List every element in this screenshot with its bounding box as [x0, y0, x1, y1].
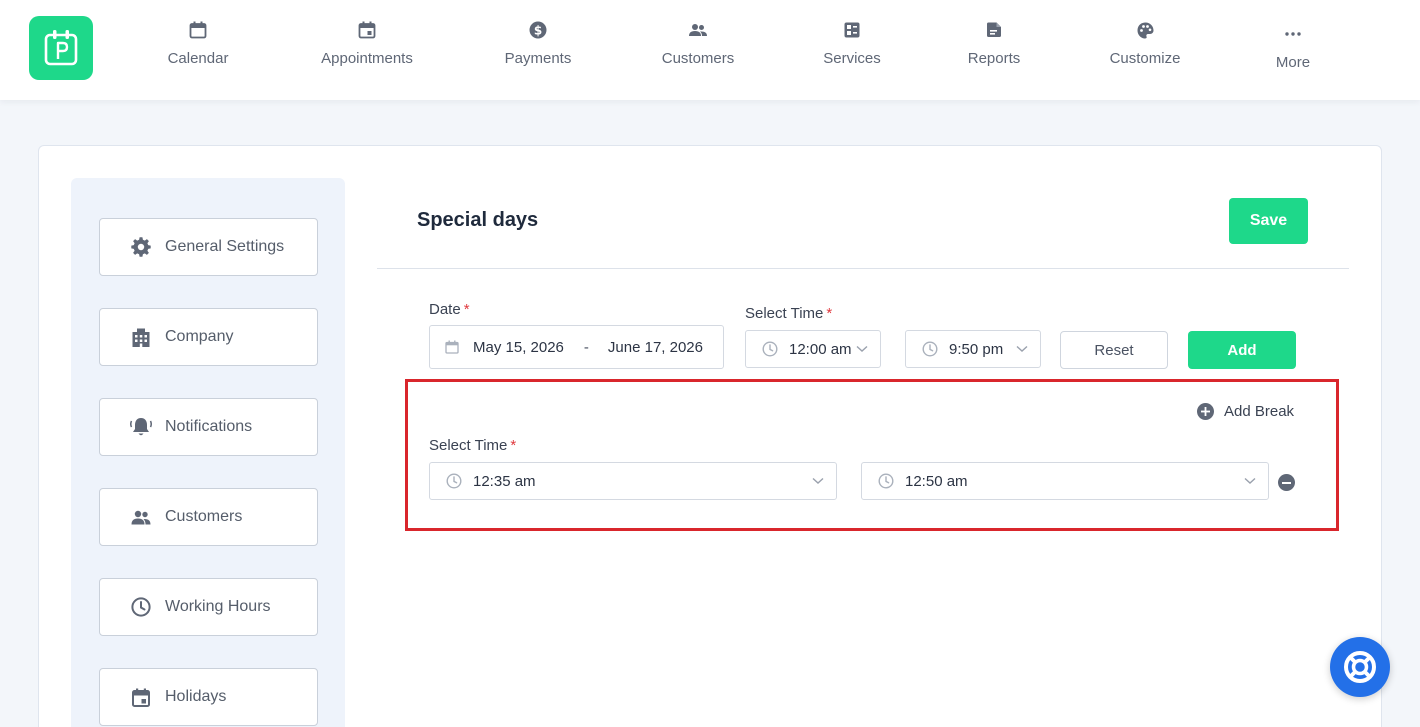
sidebar-item-notifications[interactable]: Notifications [99, 398, 318, 456]
nav-customers[interactable]: Customers [628, 18, 768, 78]
clock-icon [131, 597, 151, 617]
nav-label: Reports [967, 50, 1021, 67]
users-icon [689, 24, 707, 36]
sidebar-item-company[interactable]: Company [99, 308, 318, 366]
sidebar-item-label: Working Hours [165, 598, 271, 615]
lifebuoy-icon [1344, 651, 1376, 683]
chevron-down-icon [812, 477, 824, 484]
break-select-time-label-text: Select Time [429, 437, 508, 454]
break-select-time-label: Select Time * [429, 437, 516, 454]
select-time-label: Select Time * [745, 305, 832, 322]
calendar-icon [189, 21, 207, 39]
add-break-button[interactable]: Add Break [1197, 401, 1294, 421]
chevron-down-icon [1016, 345, 1028, 352]
remove-break-button[interactable] [1278, 474, 1295, 491]
sidebar-item-label: Customers [165, 508, 243, 525]
nav-payments[interactable]: $ Payments [468, 18, 608, 78]
palette-icon [1137, 22, 1153, 38]
clock-icon [446, 473, 462, 489]
nav-label: Payments [504, 50, 572, 67]
break-end-time-select[interactable]: 12:50 am [861, 462, 1269, 500]
start-time-select[interactable]: 12:00 am [745, 330, 881, 368]
nav-appointments[interactable]: Appointments [297, 18, 437, 78]
date-label: Date * [429, 301, 470, 318]
end-time-value: 9:50 pm [949, 340, 1004, 358]
plus-circle-icon [1201, 406, 1210, 416]
date-separator: - [583, 338, 589, 356]
break-start-time-select[interactable]: 12:35 am [429, 462, 837, 500]
required-mark: * [826, 305, 833, 322]
nav-label: Services [823, 50, 881, 67]
page-title: Special days [417, 209, 539, 231]
help-button[interactable] [1330, 637, 1390, 697]
sidebar-item-holidays[interactable]: Holidays [99, 668, 318, 726]
logo-icon [44, 30, 78, 66]
bell-icon [130, 418, 152, 436]
sidebar-item-general-settings[interactable]: General Settings [99, 218, 318, 276]
clock-icon [762, 341, 778, 357]
sidebar-item-label: Company [165, 328, 234, 345]
sidebar-item-label: Holidays [165, 688, 227, 705]
app-logo[interactable] [29, 16, 93, 80]
nav-label: More [1275, 54, 1311, 71]
add-break-label: Add Break [1224, 402, 1295, 420]
select-time-label-text: Select Time [745, 305, 824, 322]
sidebar-item-customers[interactable]: Customers [99, 488, 318, 546]
services-grid-icon [844, 22, 860, 38]
date-start-value: May 15, 2026 [473, 338, 564, 356]
clock-icon [878, 473, 894, 489]
sidebar-item-working-hours[interactable]: Working Hours [99, 578, 318, 636]
date-range-picker[interactable]: May 15, 2026 - June 17, 2026 [429, 325, 724, 369]
sidebar-item-label: Notifications [165, 418, 253, 435]
nav-calendar[interactable]: Calendar [128, 18, 268, 78]
calendar-icon [445, 340, 459, 354]
chevron-down-icon [1244, 477, 1256, 484]
dollar-circle-icon: $ [529, 21, 547, 39]
chevron-down-icon [856, 345, 868, 352]
break-start-time-value: 12:35 am [473, 472, 536, 490]
save-button[interactable]: Save [1229, 198, 1308, 244]
nav-reports[interactable]: Reports [924, 18, 1064, 78]
gear-icon [131, 237, 151, 257]
date-end-value: June 17, 2026 [607, 338, 703, 356]
sidebar-item-label: General Settings [165, 238, 285, 255]
nav-more[interactable]: More [1223, 22, 1363, 82]
clock-icon [922, 341, 938, 357]
nav-label: Calendar [167, 50, 229, 67]
start-time-value: 12:00 am [789, 340, 852, 358]
break-end-time-value: 12:50 am [905, 472, 968, 490]
date-label-text: Date [429, 301, 461, 318]
divider [377, 268, 1349, 269]
reset-button[interactable]: Reset [1060, 331, 1168, 369]
nav-customize[interactable]: Customize [1075, 18, 1215, 78]
required-mark: * [463, 301, 470, 318]
building-icon [132, 328, 150, 347]
end-time-select[interactable]: 9:50 pm [905, 330, 1041, 368]
top-navigation: Calendar Appointments $ Payments Custome… [0, 0, 1420, 100]
calendar-event-icon [358, 21, 376, 39]
more-dots-icon [1285, 32, 1301, 36]
required-mark: * [510, 437, 517, 454]
calendar-icon [132, 688, 150, 707]
nav-services[interactable]: Services [782, 18, 922, 78]
svg-text:$: $ [534, 24, 542, 38]
report-icon [987, 22, 1001, 37]
nav-label: Customers [661, 50, 735, 67]
nav-label: Customize [1109, 50, 1181, 67]
nav-label: Appointments [321, 50, 413, 67]
users-icon [131, 510, 151, 524]
minus-circle-icon [1282, 481, 1291, 484]
add-button[interactable]: Add [1188, 331, 1296, 369]
